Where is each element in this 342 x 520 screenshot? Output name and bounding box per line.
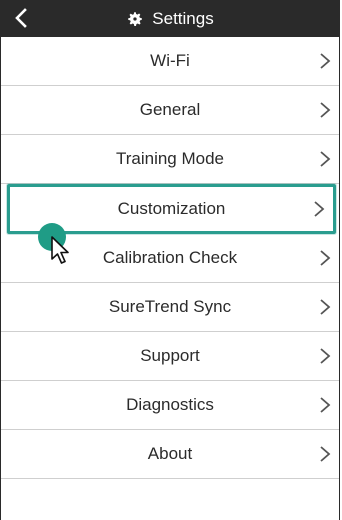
chevron-right-icon [320,446,331,462]
page-title: Settings [1,0,339,37]
menu-item-training-mode[interactable]: Training Mode [1,135,339,184]
gear-icon [128,11,143,26]
menu-item-diagnostics[interactable]: Diagnostics [1,381,339,430]
header-bar: Settings [1,0,339,37]
menu-item-label: Calibration Check [102,248,238,267]
menu-item-label: About [147,444,193,463]
chevron-right-icon [320,151,331,167]
menu-item-label: Training Mode [115,149,225,168]
menu-item-label: Customization [117,199,226,218]
menu-item-about[interactable]: About [1,430,339,479]
mouse-pointer-icon [51,236,69,264]
page-title-text: Settings [152,8,214,28]
chevron-right-icon [320,250,331,266]
chevron-right-icon [320,53,331,69]
menu-item-support[interactable]: Support [1,332,339,381]
menu-item-label: Support [140,346,200,365]
chevron-right-icon [320,299,331,315]
menu-item-suretrend-sync[interactable]: SureTrend Sync [1,283,339,332]
chevron-right-icon [320,348,331,364]
menu-item-label: General [139,100,201,119]
chevron-right-icon [320,102,331,118]
chevron-right-icon [320,397,331,413]
menu-item-general[interactable]: General [1,86,339,135]
chevron-right-icon [314,201,325,217]
menu-item-label: SureTrend Sync [108,297,232,316]
menu-item-label: Wi-Fi [150,51,190,70]
menu-item-label: Diagnostics [126,395,214,414]
menu-item-wifi[interactable]: Wi-Fi [1,37,339,86]
settings-screen: Settings Wi-Fi General Training Mode Cus… [0,0,340,520]
